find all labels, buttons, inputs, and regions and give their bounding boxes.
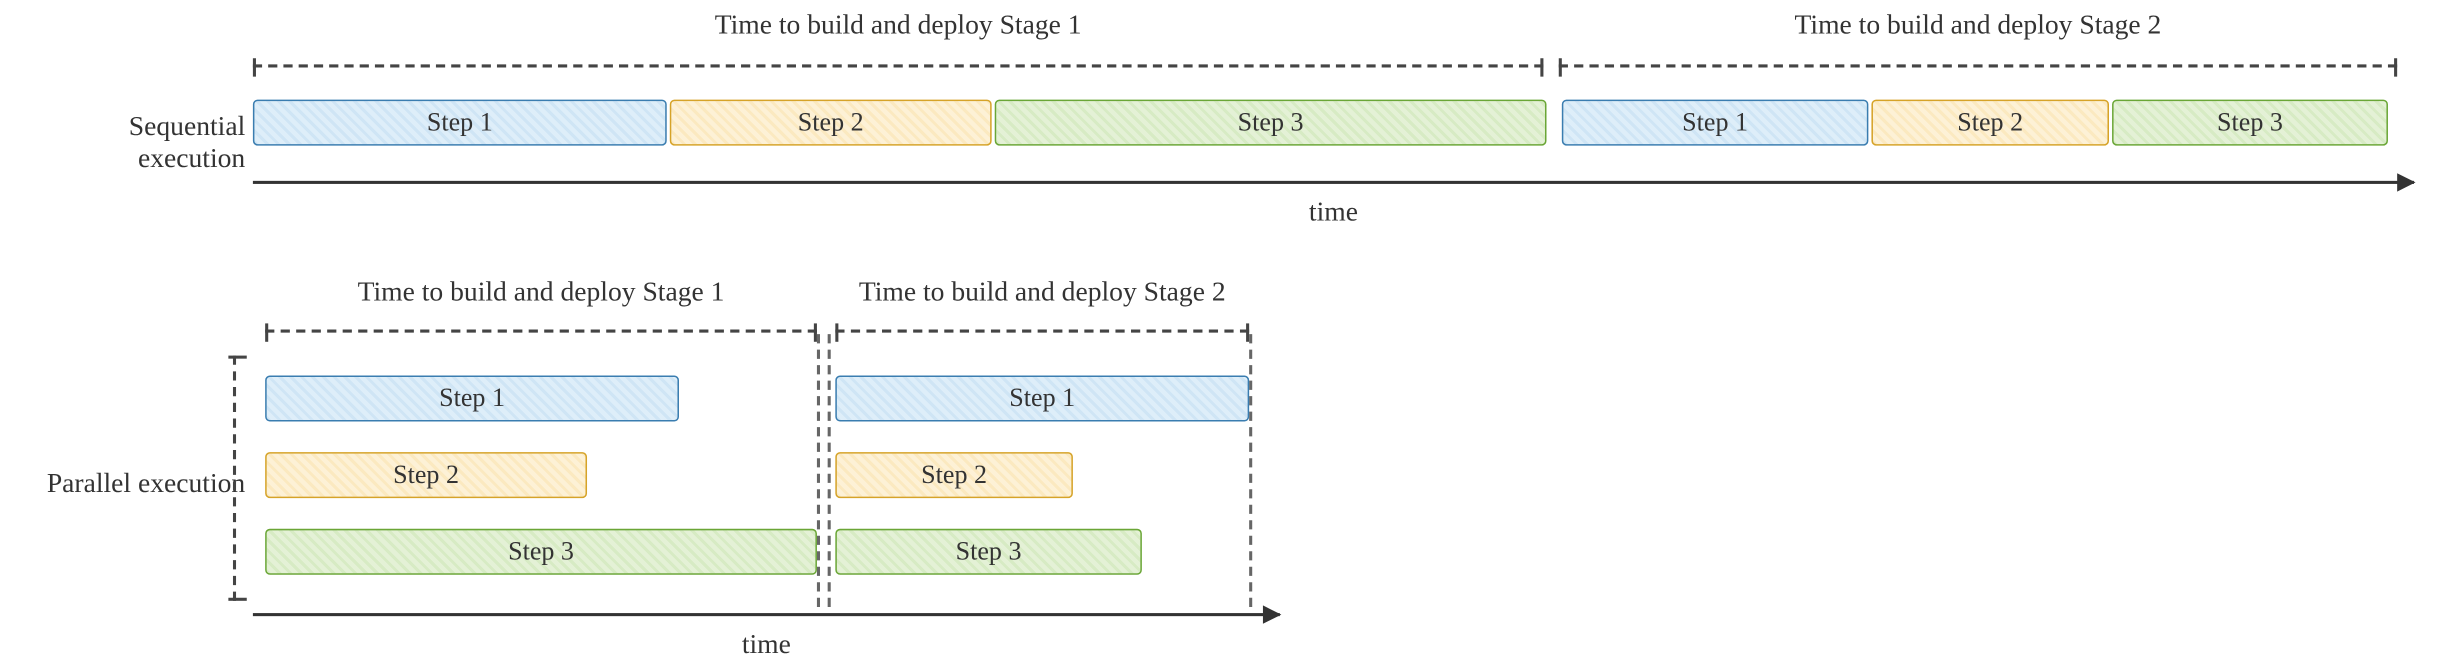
par-stage2-bracket: [835, 330, 1249, 333]
seq-stage1-label: Time to build and deploy Stage 1: [253, 9, 1544, 41]
par-s2-step2: Step 2: [835, 452, 1073, 498]
par-vbracket: [233, 356, 236, 601]
par-divider-1b: [828, 334, 831, 607]
par-s1-step3: Step 3: [265, 529, 817, 575]
par-stage2-label: Time to build and deploy Stage 2: [835, 276, 1249, 308]
step-label: Step 2: [798, 107, 864, 138]
seq-s2-step3: Step 3: [2112, 100, 2388, 146]
par-time-label: time: [253, 628, 1280, 660]
par-s2-step1: Step 1: [835, 376, 1249, 422]
step-label: Step 3: [2217, 107, 2283, 138]
sequential-label: Sequential execution: [15, 110, 245, 174]
par-time-arrow: [253, 613, 1280, 616]
step-label: Step 1: [1682, 107, 1748, 138]
par-divider-2: [1249, 334, 1252, 607]
seq-stage2-label: Time to build and deploy Stage 2: [1559, 9, 2397, 41]
step-label: Step 1: [439, 383, 505, 414]
seq-s1-step2: Step 2: [670, 100, 992, 146]
step-label: Step 2: [1957, 107, 2023, 138]
step-label: Step 3: [1238, 107, 1304, 138]
seq-s2-step1: Step 1: [1562, 100, 1869, 146]
parallel-label: Parallel execution: [15, 467, 245, 499]
par-s1-step2: Step 2: [265, 452, 587, 498]
seq-s2-step2: Step 2: [1871, 100, 2109, 146]
step-label: Step 1: [1009, 383, 1075, 414]
step-label: Step 3: [956, 536, 1022, 567]
par-divider-1: [817, 334, 820, 607]
seq-time-label: time: [253, 196, 2414, 228]
step-label: Step 2: [393, 460, 459, 491]
step-label: Step 1: [427, 107, 493, 138]
seq-stage1-bracket: [253, 64, 1544, 67]
seq-s1-step1: Step 1: [253, 100, 667, 146]
par-stage1-label: Time to build and deploy Stage 1: [265, 276, 817, 308]
par-s2-step3: Step 3: [835, 529, 1142, 575]
step-label: Step 3: [508, 536, 574, 567]
seq-stage2-bracket: [1559, 64, 2397, 67]
par-s1-step1: Step 1: [265, 376, 679, 422]
seq-s1-step3: Step 3: [995, 100, 1547, 146]
step-label: Step 2: [921, 460, 987, 491]
seq-time-arrow: [253, 181, 2414, 184]
par-stage1-bracket: [265, 330, 817, 333]
